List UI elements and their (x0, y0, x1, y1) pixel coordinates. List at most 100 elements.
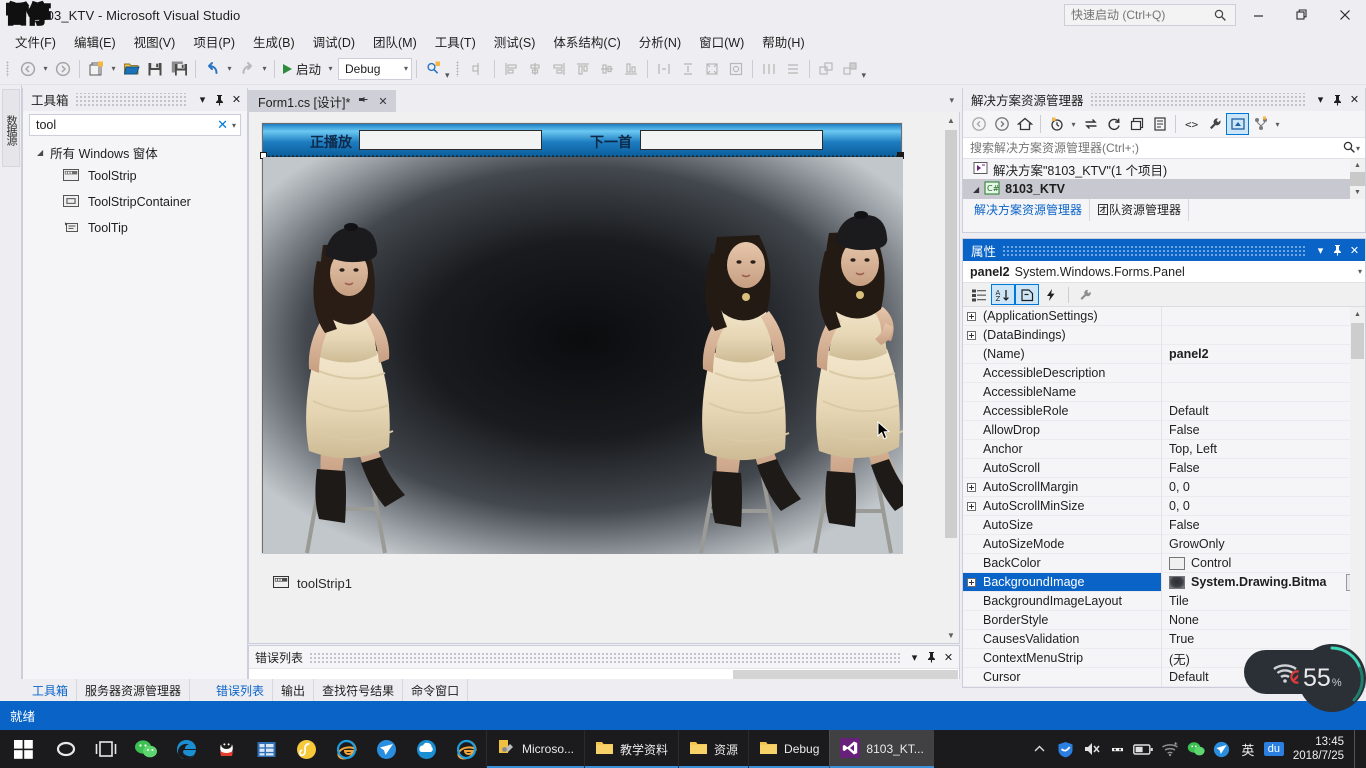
properties-grid[interactable]: (ApplicationSettings) (DataBindings) (Na… (963, 306, 1365, 687)
designed-form[interactable]: 正播放 下一首 (260, 123, 904, 554)
toolbox-item-tooltip[interactable]: ToolTip (23, 215, 247, 241)
menu-item-file[interactable]: 文件(F) (6, 29, 65, 54)
menu-item-view[interactable]: 视图(V) (125, 29, 185, 54)
se-properties-page-icon[interactable] (1148, 113, 1171, 135)
property-row[interactable]: AutoSizeMode GrowOnly (963, 534, 1365, 554)
close-button[interactable] (1323, 0, 1366, 30)
bottom-tab-command-window[interactable]: 命令窗口 (403, 678, 469, 702)
property-value[interactable]: 0, 0 (1161, 496, 1365, 516)
properties-close-icon[interactable]: ✕ (1346, 241, 1363, 259)
properties-dropdown-icon[interactable]: ▾ (1312, 241, 1329, 259)
property-row-backgroundimage[interactable]: BackgroundImage System.Drawing.Bitma ... (963, 572, 1365, 592)
property-row[interactable]: BackColor Control (963, 553, 1365, 573)
properties-object-dropdown-icon[interactable]: ▾ (1358, 267, 1362, 276)
se-view-designer-icon[interactable] (1226, 113, 1249, 135)
toolbox-group-all-windows-forms[interactable]: ◢ 所有 Windows 窗体 (23, 142, 247, 163)
property-value[interactable]: 0, 0 (1161, 477, 1365, 497)
property-row[interactable]: (Name) panel2 (963, 344, 1365, 364)
property-value[interactable]: System.Drawing.Bitma ... (1161, 572, 1365, 592)
scrollbar-thumb[interactable] (945, 130, 957, 538)
form-top-panel[interactable]: 正播放 下一首 (263, 124, 901, 157)
edge-icon[interactable] (166, 730, 206, 768)
solution-configuration-combo[interactable]: Debug ▾ (338, 57, 413, 80)
property-value[interactable] (1161, 325, 1365, 345)
alphabetical-view-icon[interactable]: AZ (991, 284, 1015, 305)
battery-icon[interactable] (1131, 730, 1157, 768)
recorder-gauge[interactable]: 55 % (1298, 644, 1366, 712)
ie-icon-2[interactable] (446, 730, 486, 768)
se-toolbar-overflow-icon[interactable]: ▾ (1272, 112, 1283, 136)
se-pending-changes-icon[interactable] (1045, 113, 1068, 135)
expander-icon[interactable] (963, 497, 979, 516)
solution-explorer-close-icon[interactable]: ✕ (1346, 91, 1363, 109)
se-scroll-thumb[interactable] (1350, 172, 1365, 186)
property-pages-icon[interactable] (1074, 284, 1098, 305)
tray-chevron-up-icon[interactable] (1027, 730, 1053, 768)
taskbar-task-resources[interactable]: 资源 (678, 730, 749, 768)
properties-scroll-thumb[interactable] (1351, 323, 1364, 359)
ime-indicator[interactable]: 英 (1235, 730, 1261, 768)
se-home-icon[interactable] (1013, 113, 1036, 135)
toolbox-dropdown-icon[interactable]: ▾ (194, 91, 211, 109)
property-row[interactable]: AllowDrop False (963, 420, 1365, 440)
solution-tree-node-solution[interactable]: 解决方案"8103_KTV"(1 个项目) (963, 159, 1365, 179)
menu-item-test[interactable]: 测试(S) (485, 29, 545, 54)
properties-object-selector[interactable]: panel2 System.Windows.Forms.Panel ▾ (963, 261, 1365, 283)
menu-item-team[interactable]: 团队(M) (364, 29, 426, 54)
expander-icon[interactable] (963, 573, 979, 592)
task-view-icon[interactable] (86, 730, 126, 768)
property-row[interactable]: AccessibleName (963, 382, 1365, 402)
toolbox-drag-dots[interactable] (74, 92, 188, 107)
properties-drag-dots[interactable] (1002, 244, 1306, 256)
property-value[interactable]: Tile (1161, 591, 1365, 611)
property-value[interactable]: Default (1161, 401, 1365, 421)
windows-start-icon[interactable] (0, 730, 46, 768)
taskbar-task-visual-studio[interactable]: 8103_KT... (829, 730, 935, 768)
wechat-icon[interactable] (126, 730, 166, 768)
form-designer-surface[interactable]: 正播放 下一首 toolStrip1 ▲ ▼ (248, 112, 960, 644)
property-value[interactable]: False (1161, 458, 1365, 478)
shield-icon[interactable] (1053, 730, 1079, 768)
component-tray-item-toolstrip1[interactable]: toolStrip1 (273, 575, 352, 592)
menu-item-tools[interactable]: 工具(T) (426, 29, 485, 54)
qq-icon[interactable] (206, 730, 246, 768)
magnifier-icon[interactable] (1342, 140, 1356, 157)
properties-pin-icon[interactable] (1329, 241, 1346, 259)
wechat-tray-icon[interactable] (1183, 730, 1209, 768)
qq-browser-icon[interactable] (406, 730, 446, 768)
solution-explorer-scrollbar[interactable]: ▲ ▼ (1350, 159, 1365, 199)
property-value[interactable]: False (1161, 420, 1365, 440)
se-class-view-icon[interactable] (1249, 113, 1272, 135)
solution-tree-node-project[interactable]: ◢ C# 8103_KTV (963, 179, 1365, 199)
categorized-view-icon[interactable] (967, 284, 991, 305)
property-value[interactable]: GrowOnly (1161, 534, 1365, 554)
toolbox-close-icon[interactable]: ✕ (228, 91, 245, 109)
menu-item-debug[interactable]: 调试(D) (304, 29, 364, 54)
property-value[interactable] (1161, 363, 1365, 383)
property-row[interactable]: AutoScrollMargin 0, 0 (963, 477, 1365, 497)
se-refresh-icon[interactable] (1102, 113, 1125, 135)
start-debug-button[interactable]: 启动 (279, 57, 325, 81)
scroll-up-icon[interactable]: ▲ (943, 112, 959, 128)
find-in-files-icon[interactable] (421, 57, 445, 81)
property-value[interactable]: False (1161, 515, 1365, 535)
document-tab-overflow-icon[interactable]: ▾ (949, 95, 954, 106)
property-row[interactable]: (DataBindings) (963, 325, 1365, 345)
expander-icon[interactable]: ◢ (37, 148, 43, 157)
tab-team-explorer[interactable]: 团队资源管理器 (1090, 198, 1190, 221)
se-wrench-icon[interactable] (1203, 113, 1226, 135)
tab-solution-explorer[interactable]: 解决方案资源管理器 (967, 198, 1091, 221)
solution-explorer-drag-dots[interactable] (1089, 92, 1306, 107)
expander-icon[interactable] (963, 478, 979, 497)
open-file-icon[interactable] (119, 57, 143, 81)
bottom-tab-output[interactable]: 输出 (273, 678, 315, 702)
layout-toolbar-overflow-icon[interactable]: ▾ (862, 70, 867, 81)
floating-recorder-widget[interactable]: 55 % (1244, 644, 1366, 712)
properties-scroll-up-icon[interactable]: ▲ (1350, 307, 1365, 321)
redo-icon[interactable] (235, 57, 259, 81)
property-value[interactable] (1161, 382, 1365, 402)
menu-item-build[interactable]: 生成(B) (244, 29, 304, 54)
toolbox-pin-icon[interactable] (211, 91, 228, 109)
project-expander-icon[interactable]: ◢ (973, 185, 979, 194)
menu-item-edit[interactable]: 编辑(E) (65, 29, 125, 54)
